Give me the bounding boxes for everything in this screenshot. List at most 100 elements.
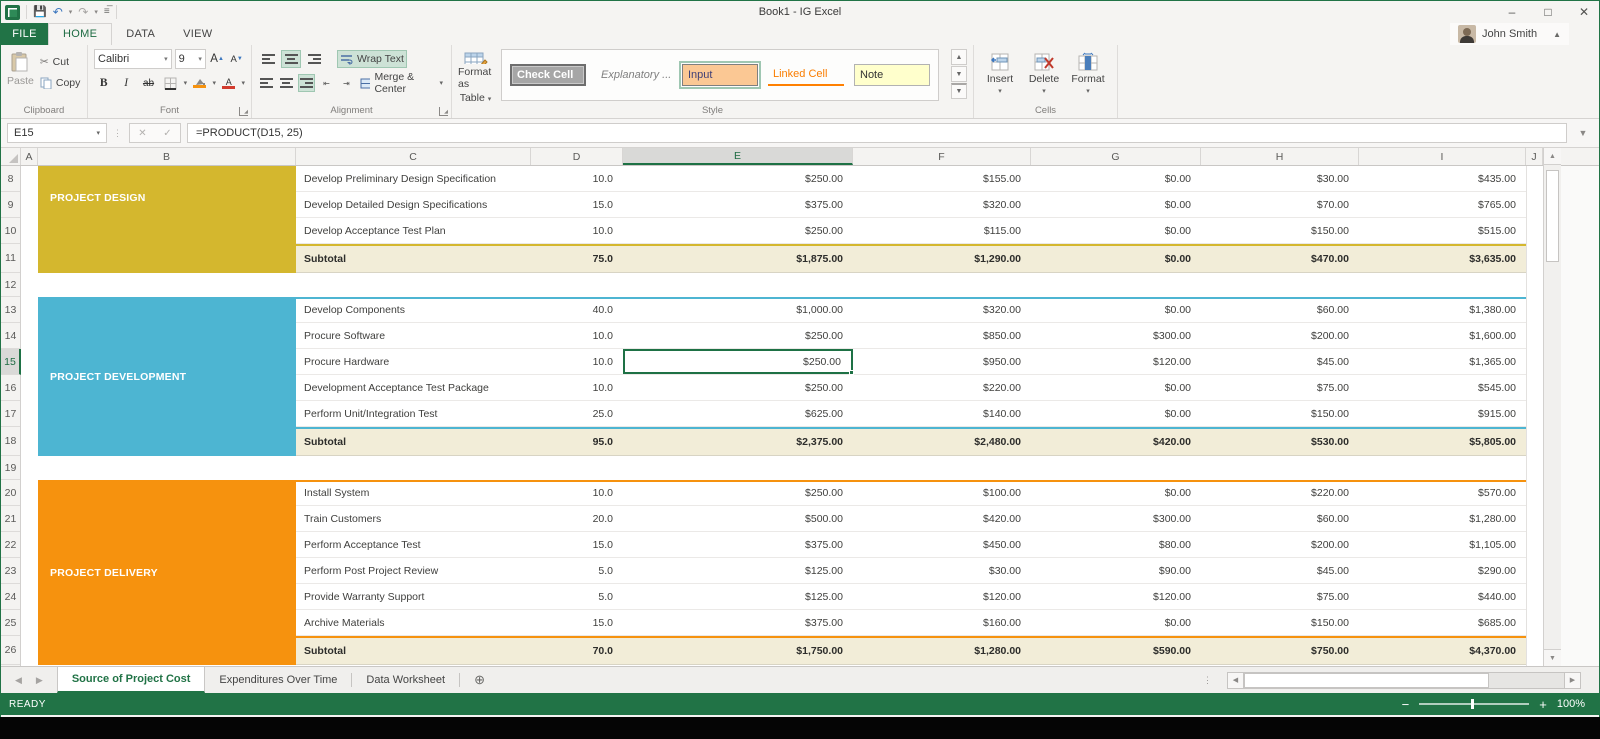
row-header-26[interactable]: 26 [1, 636, 20, 665]
font-dialog-launcher[interactable] [239, 107, 248, 116]
sheet-tab-data-worksheet[interactable]: Data Worksheet [352, 667, 459, 693]
increase-indent-button[interactable]: ⇥ [338, 74, 355, 92]
grid-cell-C16[interactable]: Development Acceptance Test Package [296, 375, 531, 400]
grid-cell-I20[interactable]: $570.00 [1359, 480, 1526, 505]
align-right-button[interactable] [297, 74, 315, 92]
sheet-tab-source-of-project-cost[interactable]: Source of Project Cost [56, 667, 206, 693]
row-header-12[interactable]: 12 [1, 273, 20, 297]
name-box[interactable]: E15 ▾ [7, 123, 107, 143]
grid-cell-E25[interactable]: $375.00 [623, 610, 853, 635]
grid-cell-G22[interactable]: $80.00 [1031, 532, 1201, 557]
grid-cell-I8[interactable]: $435.00 [1359, 166, 1526, 191]
grid-cell-H21[interactable]: $60.00 [1201, 506, 1359, 531]
maximize-button[interactable]: □ [1541, 5, 1555, 19]
grid-cell-H16[interactable]: $75.00 [1201, 375, 1359, 400]
grid-cell-C22[interactable]: Perform Acceptance Test [296, 532, 531, 557]
grid-cell-H13[interactable]: $60.00 [1201, 297, 1359, 322]
grid-cell-E26[interactable]: $1,750.00 [623, 638, 853, 664]
bold-button[interactable]: B [94, 74, 113, 92]
select-all-corner[interactable] [1, 148, 21, 165]
sheet-tab-expenditures-over-time[interactable]: Expenditures Over Time [205, 667, 351, 693]
grid-cell-D23[interactable]: 5.0 [531, 558, 623, 583]
grid-cell-I17[interactable]: $915.00 [1359, 401, 1526, 426]
grid-cell-F8[interactable]: $155.00 [853, 166, 1031, 191]
grid-cell-I24[interactable]: $440.00 [1359, 584, 1526, 609]
grid-cell-C24[interactable]: Provide Warranty Support [296, 584, 531, 609]
scroll-left-icon[interactable]: ◀ [1227, 671, 1244, 689]
tab-home[interactable]: HOME [48, 23, 113, 45]
grid-cell-D16[interactable]: 10.0 [531, 375, 623, 400]
grid-cell-E20[interactable]: $250.00 [623, 480, 853, 505]
row-header-24[interactable]: 24 [1, 584, 20, 610]
grid-cell-F21[interactable]: $420.00 [853, 506, 1031, 531]
delete-cells-button[interactable]: Delete ▾ [1024, 49, 1064, 104]
borders-button[interactable] [161, 74, 180, 92]
grid-cell-E16[interactable]: $250.00 [623, 375, 853, 400]
column-a-area[interactable] [21, 166, 38, 666]
grid-cell-I14[interactable]: $1,600.00 [1359, 323, 1526, 348]
formula-input[interactable]: =PRODUCT(D15, 25) [187, 123, 1567, 143]
grid-cell-C11[interactable]: Subtotal [296, 246, 531, 272]
row-header-21[interactable]: 21 [1, 506, 20, 532]
grid-cell-C20[interactable]: Install System [296, 480, 531, 505]
chevron-down-icon[interactable]: ▾ [213, 79, 217, 87]
row-header-8[interactable]: 8 [1, 166, 20, 192]
decrease-font-button[interactable]: A ▼ [228, 50, 245, 68]
font-color-button[interactable]: A [219, 74, 238, 92]
grid-cell-F15[interactable]: $950.00 [853, 349, 1031, 374]
user-account[interactable]: John Smith ▲ [1450, 23, 1569, 45]
column-header-H[interactable]: H [1201, 148, 1359, 165]
grid-cell-C8[interactable]: Develop Preliminary Design Specification [296, 166, 531, 191]
grid-cell-E24[interactable]: $125.00 [623, 584, 853, 609]
minimize-button[interactable]: – [1505, 5, 1519, 19]
grid-cell-F23[interactable]: $30.00 [853, 558, 1031, 583]
grid-cell-F11[interactable]: $1,290.00 [853, 246, 1031, 272]
style-linked-cell[interactable]: Linked Cell [768, 64, 844, 86]
align-middle-button[interactable] [281, 50, 301, 68]
horizontal-scrollbar[interactable]: ⋮ ◀ ▶ [1203, 667, 1599, 693]
grid-cell-F14[interactable]: $850.00 [853, 323, 1031, 348]
column-header-F[interactable]: F [853, 148, 1031, 165]
align-bottom-button[interactable] [304, 50, 324, 68]
next-sheet-icon[interactable]: ▶ [36, 675, 43, 686]
section-title-cell[interactable]: PROJECT DESIGN [38, 166, 296, 273]
grid-cell-H23[interactable]: $45.00 [1201, 558, 1359, 583]
grid-cell-D18[interactable]: 95.0 [531, 429, 623, 455]
grid-cell-I18[interactable]: $5,805.00 [1359, 429, 1526, 455]
grid-cell-H24[interactable]: $75.00 [1201, 584, 1359, 609]
grid-cell-I26[interactable]: $4,370.00 [1359, 638, 1526, 664]
grid-cell-E9[interactable]: $375.00 [623, 192, 853, 217]
active-cell-E15[interactable]: $250.00 [623, 349, 854, 375]
copy-button[interactable]: Copy [38, 74, 83, 92]
grid-cell-E23[interactable]: $125.00 [623, 558, 853, 583]
grid-cell-F10[interactable]: $115.00 [853, 218, 1031, 243]
grid-cell-F13[interactable]: $320.00 [853, 297, 1031, 322]
row-header-25[interactable]: 25 [1, 610, 20, 636]
zoom-in-icon[interactable]: + [1539, 698, 1547, 711]
grid-cell-D20[interactable]: 10.0 [531, 480, 623, 505]
grid-cell-F20[interactable]: $100.00 [853, 480, 1031, 505]
grid-cell-H25[interactable]: $150.00 [1201, 610, 1359, 635]
fill-color-button[interactable] [190, 74, 209, 92]
alignment-dialog-launcher[interactable] [439, 107, 448, 116]
grid-cell-G24[interactable]: $120.00 [1031, 584, 1201, 609]
row-header-23[interactable]: 23 [1, 558, 20, 584]
style-explanatory[interactable]: Explanatory ... [596, 64, 672, 86]
grid-cell-I25[interactable]: $685.00 [1359, 610, 1526, 635]
grid-cell-C25[interactable]: Archive Materials [296, 610, 531, 635]
scroll-right-icon[interactable]: ▶ [1564, 671, 1581, 689]
grid-cell-C26[interactable]: Subtotal [296, 638, 531, 664]
row-header-9[interactable]: 9 [1, 192, 20, 218]
paste-button[interactable]: Paste [7, 49, 34, 92]
column-j-area[interactable] [1526, 166, 1543, 666]
grid-cell-G10[interactable]: $0.00 [1031, 218, 1201, 243]
align-left-button[interactable] [258, 74, 275, 92]
row-header-15[interactable]: 15 [1, 349, 21, 375]
grid-cell-D22[interactable]: 15.0 [531, 532, 623, 557]
grid-cell-I11[interactable]: $3,635.00 [1359, 246, 1526, 272]
grid-cell-F9[interactable]: $320.00 [853, 192, 1031, 217]
column-header-D[interactable]: D [531, 148, 623, 165]
font-size-combo[interactable]: 9 ▾ [174, 49, 206, 69]
grid-cell-E10[interactable]: $250.00 [623, 218, 853, 243]
grid-cell-G25[interactable]: $0.00 [1031, 610, 1201, 635]
